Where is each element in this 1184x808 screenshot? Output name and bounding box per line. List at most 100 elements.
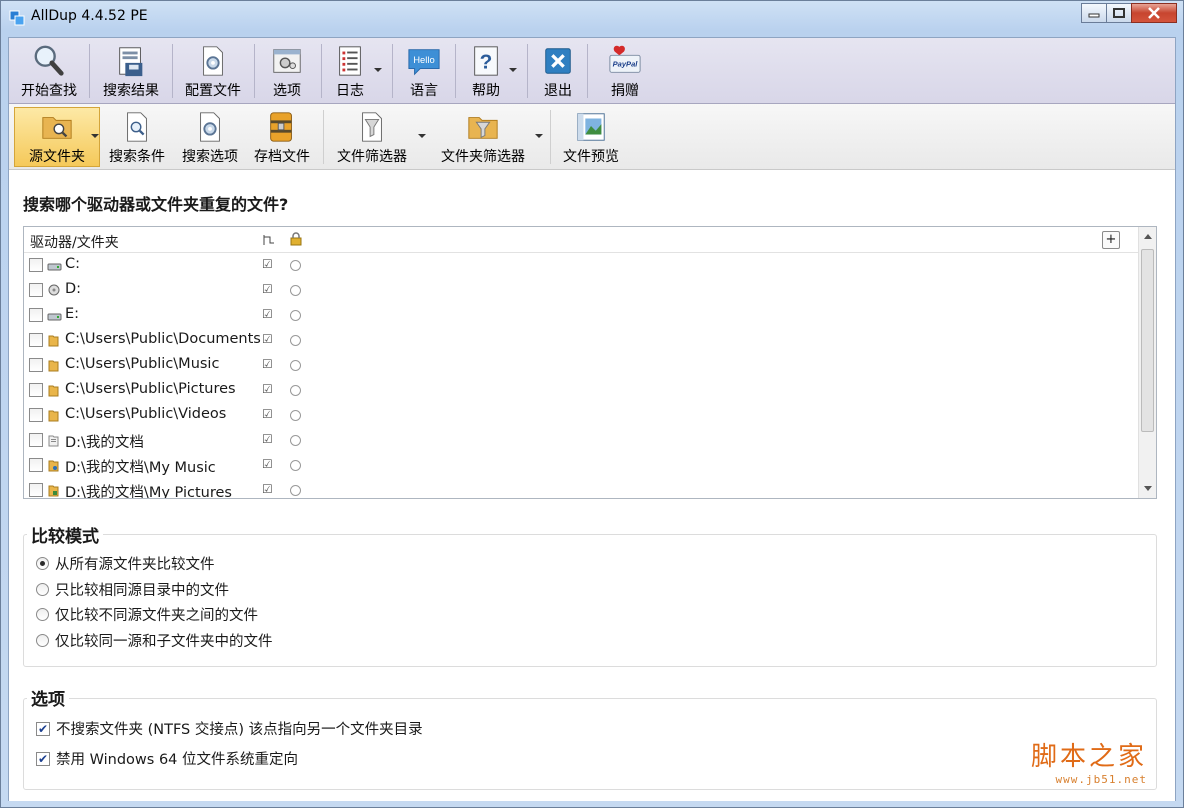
source-folder-list[interactable]: 驱动器/文件夹 + C: ☑ D: ☑ E: ☑ C:\Users\Public\Docum… — [23, 226, 1157, 499]
radio-button[interactable] — [36, 634, 49, 647]
config-file-button[interactable]: 配置文件 — [177, 42, 249, 100]
folder-row[interactable]: D:\我的文档\My Pictures ☑ — [24, 479, 1139, 498]
file-preview-tab[interactable]: 文件预览 — [557, 108, 625, 166]
help-button[interactable]: ? 帮助 — [461, 42, 511, 100]
protect-radio[interactable] — [290, 260, 301, 271]
protect-radio[interactable] — [290, 335, 301, 346]
option-checkbox-item[interactable]: ✔ 不搜索文件夹 (NTFS 交接点) 该点指向另一个文件夹目录 — [36, 718, 423, 739]
exit-button[interactable]: 退出 — [535, 42, 581, 100]
search-criteria-tab[interactable]: 搜索条件 — [105, 108, 169, 166]
maximize-button[interactable] — [1106, 3, 1132, 23]
folder-checkbox[interactable] — [29, 308, 43, 322]
language-button[interactable]: Hello 语言 — [399, 42, 449, 100]
checkbox[interactable]: ✔ — [36, 751, 50, 766]
file-filter-dropdown-arrow[interactable] — [418, 134, 426, 138]
app-window: AllDup 4.4.52 PE 开始查找 搜索结果 配置文件 选项 日志 He… — [0, 0, 1184, 808]
close-button[interactable] — [1131, 3, 1177, 23]
radio-button[interactable] — [36, 608, 49, 621]
compare-mode-option[interactable]: 从所有源文件夹比较文件 — [36, 553, 215, 574]
folder-path: C:\Users\Public\Pictures — [65, 381, 236, 397]
svg-text:PayPal: PayPal — [613, 60, 639, 69]
svg-text:Hello: Hello — [413, 55, 435, 66]
folder-filter-tab[interactable]: 文件夹筛选器 — [433, 108, 533, 166]
folder-checkbox[interactable] — [29, 433, 43, 447]
folder-checkbox[interactable] — [29, 283, 43, 297]
folder-checkbox[interactable] — [29, 458, 43, 472]
folder-row[interactable]: C: ☑ — [24, 254, 1139, 279]
magnifier-icon — [34, 45, 64, 76]
protect-radio[interactable] — [290, 310, 301, 321]
donate-button[interactable]: PayPal 捐赠 — [595, 42, 655, 100]
folder-row[interactable]: D:\我的文档 ☑ — [24, 429, 1139, 454]
folder-checkbox[interactable] — [29, 408, 43, 422]
folder-checkbox[interactable] — [29, 383, 43, 397]
scroll-up-icon[interactable] — [1144, 234, 1152, 239]
start-search-button[interactable]: 开始查找 — [13, 42, 85, 100]
include-subfolders-check-icon[interactable]: ☑ — [262, 282, 273, 296]
search-options-tab[interactable]: 搜索选项 — [177, 108, 243, 166]
folder-row[interactable]: C:\Users\Public\Documents ☑ — [24, 329, 1139, 354]
column-drive-folder[interactable]: 驱动器/文件夹 — [30, 232, 119, 252]
include-subfolders-check-icon[interactable]: ☑ — [262, 332, 273, 346]
folder-checkbox[interactable] — [29, 483, 43, 497]
search-results-button[interactable]: 搜索结果 — [95, 42, 167, 100]
help-icon: ? — [474, 46, 498, 76]
options-button[interactable]: 选项 — [259, 42, 315, 100]
include-subfolders-check-icon[interactable]: ☑ — [262, 457, 273, 471]
folder-checkbox[interactable] — [29, 258, 43, 272]
folder-checkbox[interactable] — [29, 358, 43, 372]
watermark: 脚本之家 www.jb51.net — [1030, 742, 1147, 786]
include-subfolders-check-icon[interactable]: ☑ — [262, 482, 273, 496]
protect-radio[interactable] — [290, 460, 301, 471]
drive-d-icon — [48, 284, 60, 296]
include-subfolders-check-icon[interactable]: ☑ — [262, 382, 273, 396]
protect-radio[interactable] — [290, 435, 301, 446]
folder-checkbox[interactable] — [29, 333, 43, 347]
folder-row[interactable]: D: ☑ — [24, 279, 1139, 304]
log-dropdown-arrow[interactable] — [374, 68, 382, 72]
protect-radio[interactable] — [290, 285, 301, 296]
compare-mode-option[interactable]: 仅比较同一源和子文件夹中的文件 — [36, 630, 273, 651]
archive-icon — [270, 112, 292, 142]
help-dropdown-arrow[interactable] — [509, 68, 517, 72]
option-checkbox-item[interactable]: ✔ 禁用 Windows 64 位文件系统重定向 — [36, 748, 298, 769]
radio-button[interactable] — [36, 557, 49, 570]
source-folders-page: 搜索哪个驱动器或文件夹重复的文件? 驱动器/文件夹 + C: ☑ D: ☑ E: ☑ C:\… — [9, 171, 1175, 801]
archive-files-tab[interactable]: 存档文件 — [249, 108, 315, 166]
svg-text:?: ? — [480, 51, 493, 74]
protect-radio[interactable] — [290, 410, 301, 421]
folder-icon — [48, 385, 59, 397]
include-subfolders-check-icon[interactable]: ☑ — [262, 307, 273, 321]
vertical-scrollbar[interactable] — [1138, 227, 1156, 498]
radio-button[interactable] — [36, 583, 49, 596]
protect-radio[interactable] — [290, 360, 301, 371]
folder-row[interactable]: C:\Users\Public\Pictures ☑ — [24, 379, 1139, 404]
folder-path: D: — [65, 281, 82, 297]
protect-radio[interactable] — [290, 385, 301, 396]
include-subfolders-check-icon[interactable]: ☑ — [262, 357, 273, 371]
include-subfolders-check-icon[interactable]: ☑ — [262, 257, 273, 271]
minimize-button[interactable] — [1081, 3, 1107, 23]
config-file-icon — [203, 46, 223, 76]
title-bar[interactable]: AllDup 4.4.52 PE — [1, 1, 1183, 35]
file-filter-tab[interactable]: 文件筛选器 — [329, 108, 415, 166]
include-subfolders-check-icon[interactable]: ☑ — [262, 407, 273, 421]
folder-row[interactable]: D:\我的文档\My Music ☑ — [24, 454, 1139, 479]
protect-radio[interactable] — [290, 485, 301, 496]
scroll-down-icon[interactable] — [1144, 486, 1152, 491]
log-button[interactable]: 日志 — [325, 42, 375, 100]
folder-row[interactable]: C:\Users\Public\Videos ☑ — [24, 404, 1139, 429]
folder-filter-dropdown-arrow[interactable] — [535, 134, 543, 138]
compare-mode-option[interactable]: 仅比较不同源文件夹之间的文件 — [36, 604, 258, 625]
source-folder-tab[interactable]: 源文件夹 — [14, 107, 100, 167]
include-subfolders-check-icon[interactable]: ☑ — [262, 432, 273, 446]
checkbox[interactable]: ✔ — [36, 721, 50, 736]
folder-row[interactable]: E: ☑ — [24, 304, 1139, 329]
source-folder-dropdown-arrow[interactable] — [91, 134, 99, 138]
folder-row[interactable]: C:\Users\Public\Music ☑ — [24, 354, 1139, 379]
add-folder-button[interactable]: + — [1102, 231, 1120, 249]
search-criteria-icon — [127, 112, 147, 142]
compare-mode-option[interactable]: 只比较相同源目录中的文件 — [36, 579, 229, 600]
folder-path: C:\Users\Public\Documents — [65, 331, 261, 347]
scroll-thumb[interactable] — [1141, 249, 1154, 432]
